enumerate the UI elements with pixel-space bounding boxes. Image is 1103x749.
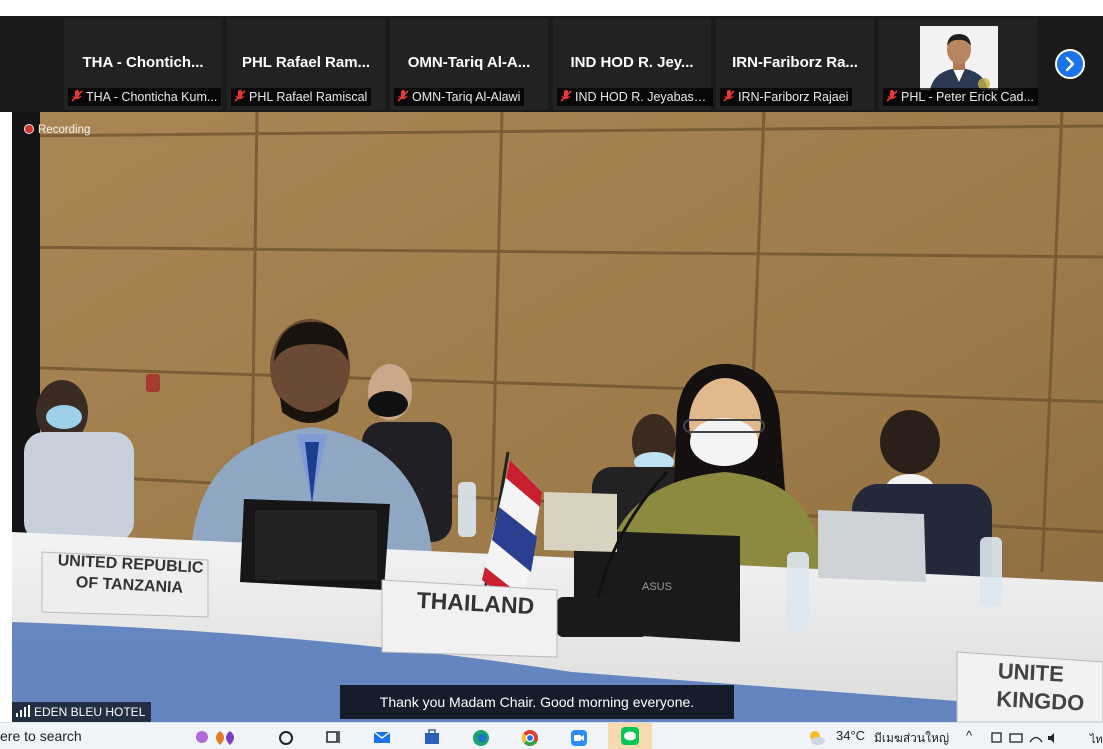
store-icon[interactable] bbox=[422, 727, 442, 747]
top-margin bbox=[0, 0, 1103, 16]
placard-uk: UNITE KINGDO bbox=[995, 658, 1085, 716]
participant-strip: THA - Chontich... THA - Chonticha Kum...… bbox=[0, 16, 1103, 112]
participant-label: THA - Chonticha Kum... bbox=[68, 88, 222, 106]
signal-bars-icon bbox=[16, 705, 30, 717]
tray-chevron-up-icon[interactable]: ^ bbox=[966, 728, 972, 743]
participant-tile-name: THA - Chontich... bbox=[82, 54, 204, 71]
participant-tile-name: PHL Rafael Ram... bbox=[241, 54, 371, 71]
participant-label: PHL Rafael Ramiscal bbox=[231, 88, 372, 106]
task-view-icon[interactable] bbox=[324, 727, 344, 747]
participant-tile[interactable]: PHL Rafael Ram... PHL Rafael Ramiscal bbox=[227, 18, 385, 110]
taskbar-active-app[interactable] bbox=[608, 723, 652, 749]
laptop-brand: ASUS bbox=[642, 581, 672, 593]
participant-label: IRN-Fariborz Rajaei bbox=[720, 88, 853, 106]
mail-icon[interactable] bbox=[372, 727, 392, 747]
participant-tile[interactable]: OMN-Tariq Al-A... OMN-Tariq Al-Alawi bbox=[390, 18, 548, 110]
weather-sun-cloud-icon bbox=[810, 731, 825, 745]
placard-tanzania: UNITED REPUBLIC OF TANZANIA bbox=[57, 552, 204, 597]
main-video: ASUS UNITED REPUBLIC OF TANZANIA THAILAN… bbox=[12, 112, 1103, 722]
zoom-app-icon[interactable] bbox=[569, 727, 589, 747]
participant-label: PHL - Peter Erick Cad... bbox=[883, 88, 1038, 106]
chevron-right-icon bbox=[1065, 56, 1075, 72]
weather-temperature[interactable]: 34°C bbox=[836, 728, 865, 743]
participant-tile-name: IRN-Fariborz Ra... bbox=[732, 54, 858, 71]
taskbar: ere to search 34°C มีเมฆส่วนใหญ่ ^ ไท bbox=[0, 722, 1103, 749]
participant-tile-name: IND HOD R. Jey... bbox=[570, 54, 694, 71]
participant-tile-video[interactable]: PHL - Peter Erick Cad... bbox=[879, 18, 1038, 110]
cortana-circle-icon[interactable] bbox=[276, 727, 296, 747]
participant-tile[interactable]: THA - Chontich... THA - Chonticha Kum... bbox=[64, 18, 222, 110]
participant-tile[interactable]: IRN-Fariborz Ra... IRN-Fariborz Rajaei bbox=[716, 18, 874, 110]
butterfly-flowers-icon bbox=[196, 731, 234, 745]
participant-label: OMN-Tariq Al-Alawi bbox=[394, 88, 525, 106]
line-app-icon bbox=[621, 727, 639, 745]
weather-description[interactable]: มีเมฆส่วนใหญ่ bbox=[874, 729, 949, 748]
participant-avatar bbox=[920, 26, 998, 90]
live-caption: Thank you Madam Chair. Good morning ever… bbox=[340, 685, 734, 719]
video-source-label: EDEN BLEU HOTEL bbox=[12, 702, 152, 722]
mic-muted-icon bbox=[886, 90, 898, 102]
taskbar-search[interactable]: ere to search bbox=[0, 728, 82, 744]
mic-muted-icon bbox=[397, 90, 409, 102]
meeting-room-scene: ASUS bbox=[12, 112, 1103, 722]
participant-label: IND HOD R. Jeyabask... bbox=[557, 88, 713, 106]
participant-tile[interactable]: IND HOD R. Jey... IND HOD R. Jeyabask... bbox=[553, 18, 713, 110]
recording-indicator: Recording bbox=[24, 124, 90, 136]
mic-muted-icon bbox=[234, 90, 246, 102]
participant-tile-name: OMN-Tariq Al-A... bbox=[407, 54, 531, 71]
mic-muted-icon bbox=[71, 90, 83, 102]
mic-muted-icon bbox=[560, 90, 572, 102]
next-page-button[interactable] bbox=[1055, 49, 1085, 79]
edge-browser-icon[interactable] bbox=[471, 727, 491, 747]
chrome-browser-icon[interactable] bbox=[520, 727, 540, 747]
person-portrait-icon bbox=[920, 26, 998, 90]
mic-muted-icon bbox=[723, 90, 735, 102]
recording-dot-icon bbox=[24, 124, 34, 134]
language-indicator[interactable]: ไท bbox=[1090, 730, 1103, 748]
system-tray-icons[interactable] bbox=[990, 727, 1060, 747]
